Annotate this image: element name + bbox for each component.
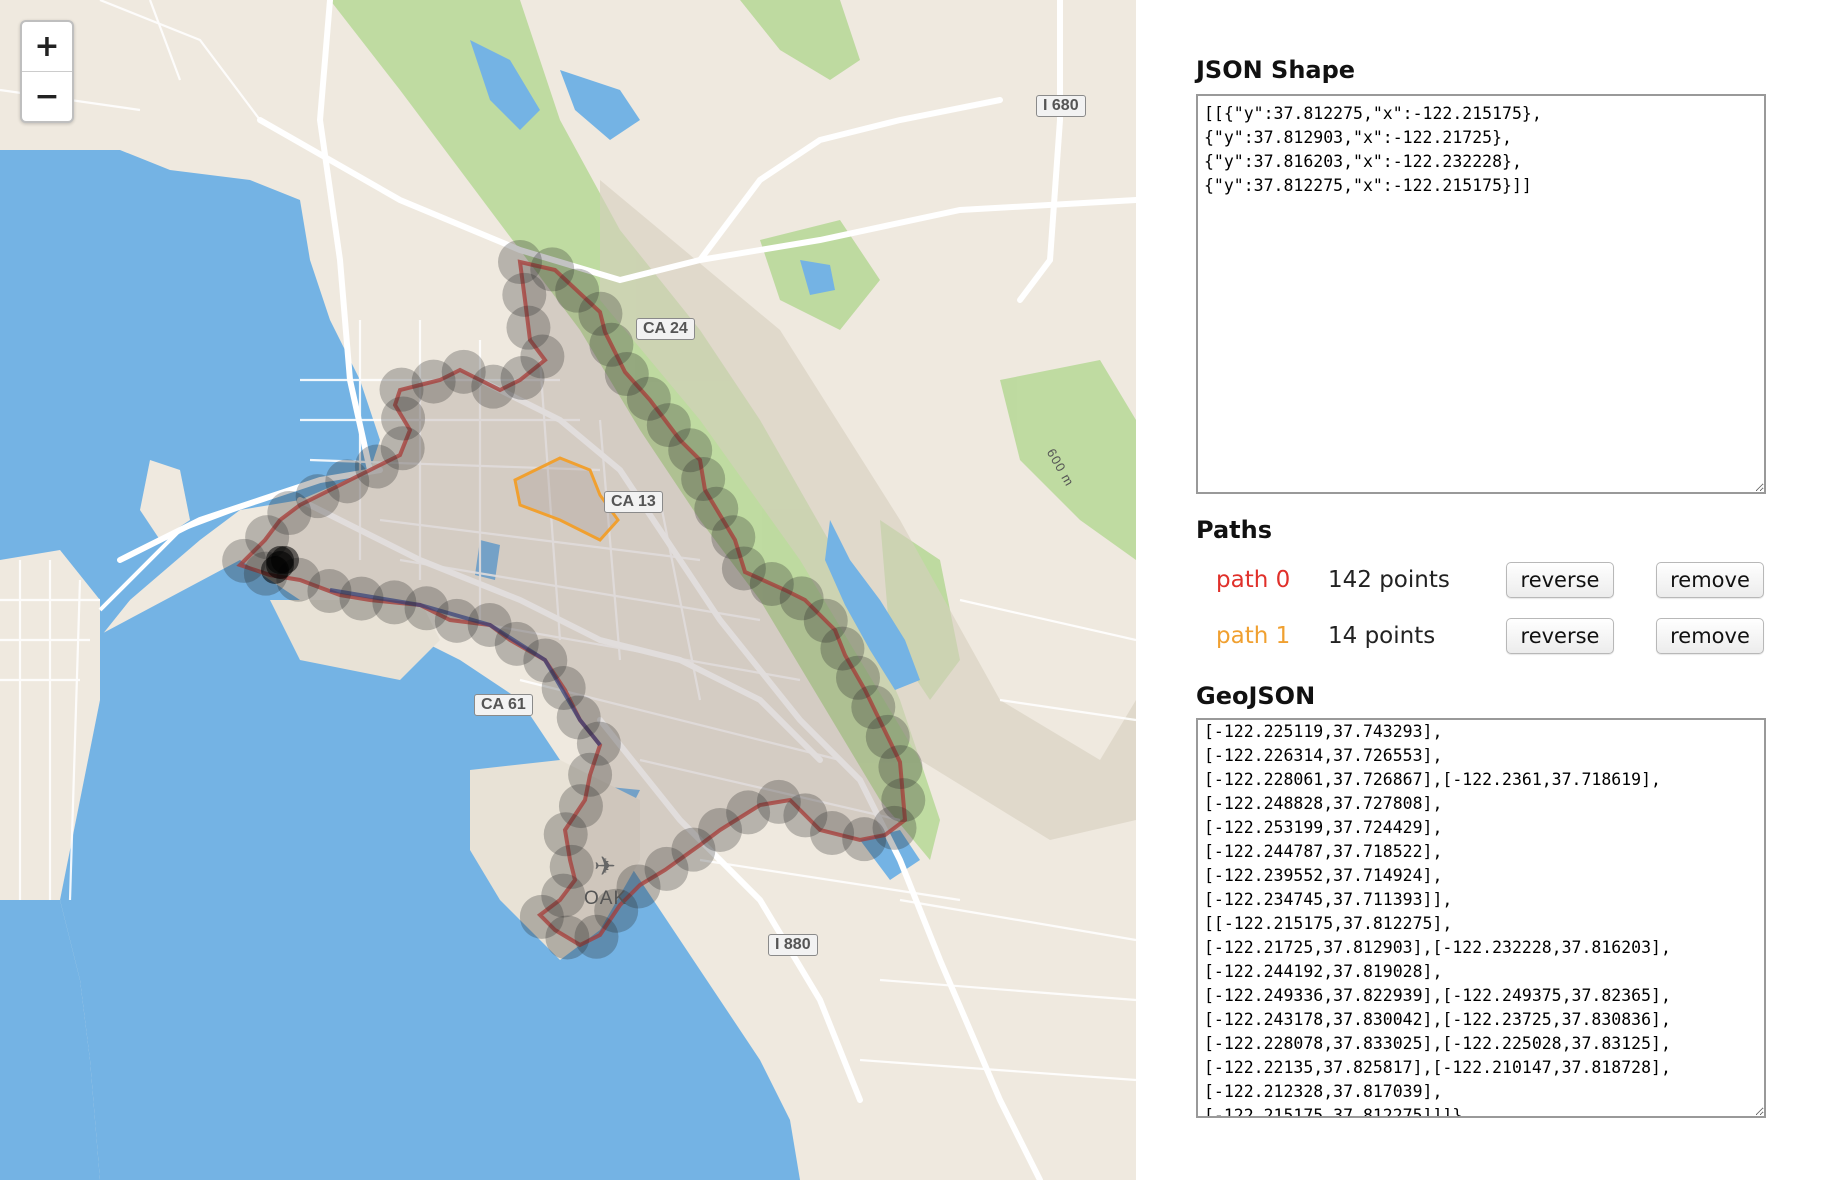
path-1-reverse-button[interactable]: reverse <box>1506 618 1614 654</box>
vertex-marker[interactable] <box>271 546 299 574</box>
road-shield-ca24: CA 24 <box>636 318 695 340</box>
geojson-heading: GeoJSON <box>1196 682 1316 710</box>
path-1-name: path 1 <box>1216 623 1291 649</box>
json-shape-textarea[interactable]: [[{"y":37.812275,"x":-122.215175}, {"y":… <box>1196 94 1766 494</box>
side-panel: JSON Shape [[{"y":37.812275,"x":-122.215… <box>1196 0 1796 1180</box>
road-shield-ca61: CA 61 <box>474 694 533 716</box>
airport-icon: ✈ <box>594 852 616 882</box>
path-1-count: 14 points <box>1328 623 1436 649</box>
zoom-control: + − <box>20 20 74 123</box>
zoom-in-button[interactable]: + <box>22 22 72 71</box>
path-0-count: 142 points <box>1328 567 1450 593</box>
airport-label: OAK <box>584 888 628 909</box>
road-shield-ca13: CA 13 <box>604 491 663 513</box>
road-shield-i680: I 680 <box>1036 95 1086 117</box>
path-0-remove-button[interactable]: remove <box>1656 562 1764 598</box>
map-view[interactable]: I 680 CA 24 CA 13 CA 61 I 880 ✈ OAK 600 … <box>0 0 1136 1180</box>
json-shape-heading: JSON Shape <box>1196 56 1356 84</box>
map-tiles <box>0 0 1136 1180</box>
road-shield-i880: I 880 <box>768 934 818 956</box>
zoom-out-button[interactable]: − <box>22 71 72 121</box>
path-row-1: path 1 14 points reverse remove <box>1216 616 1764 656</box>
path-0-reverse-button[interactable]: reverse <box>1506 562 1614 598</box>
path-1-remove-button[interactable]: remove <box>1656 618 1764 654</box>
path-row-0: path 0 142 points reverse remove <box>1216 560 1764 600</box>
vertex-marker[interactable] <box>502 272 547 317</box>
geojson-textarea[interactable]: [-122.225119,37.743293], [-122.226314,37… <box>1196 718 1766 1118</box>
paths-heading: Paths <box>1196 516 1272 544</box>
path-0-name: path 0 <box>1216 567 1291 593</box>
